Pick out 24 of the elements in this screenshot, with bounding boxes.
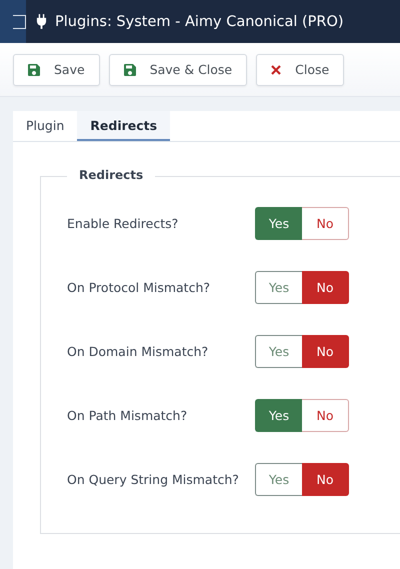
- field-label: On Domain Mismatch?: [67, 344, 210, 358]
- toggle-option[interactable]: Yes: [255, 462, 302, 496]
- field-label: On Protocol Mismatch?: [67, 280, 212, 294]
- menu-toggle-icon[interactable]: [13, 14, 26, 28]
- close-icon: [271, 64, 282, 74]
- toggle-option[interactable]: Yes: [255, 206, 302, 240]
- toggle-option[interactable]: Yes: [255, 270, 302, 304]
- save-button[interactable]: Save & Close: [108, 54, 248, 86]
- plug-icon: [36, 14, 47, 29]
- field-label: On Query String Mismatch?: [67, 472, 240, 486]
- page-title: Plugins: System - Aimy Canonical (PRO): [55, 14, 344, 30]
- toggle-option[interactable]: Yes: [255, 398, 302, 432]
- toggle-option[interactable]: No: [302, 334, 349, 368]
- tab[interactable]: Redirects: [77, 111, 170, 141]
- field-label: On Path Mismatch?: [67, 408, 188, 422]
- fieldset-legend: Redirects: [67, 168, 156, 182]
- toggle-option[interactable]: No: [302, 270, 349, 304]
- toggle-option[interactable]: No: [302, 462, 349, 496]
- toggle-option[interactable]: No: [302, 398, 349, 432]
- toggle-option[interactable]: Yes: [255, 334, 302, 368]
- save-button[interactable]: Save: [13, 54, 100, 86]
- field-label: Enable Redirects?: [67, 216, 180, 230]
- toggle-option[interactable]: No: [302, 206, 349, 240]
- close-button[interactable]: Close: [256, 54, 344, 86]
